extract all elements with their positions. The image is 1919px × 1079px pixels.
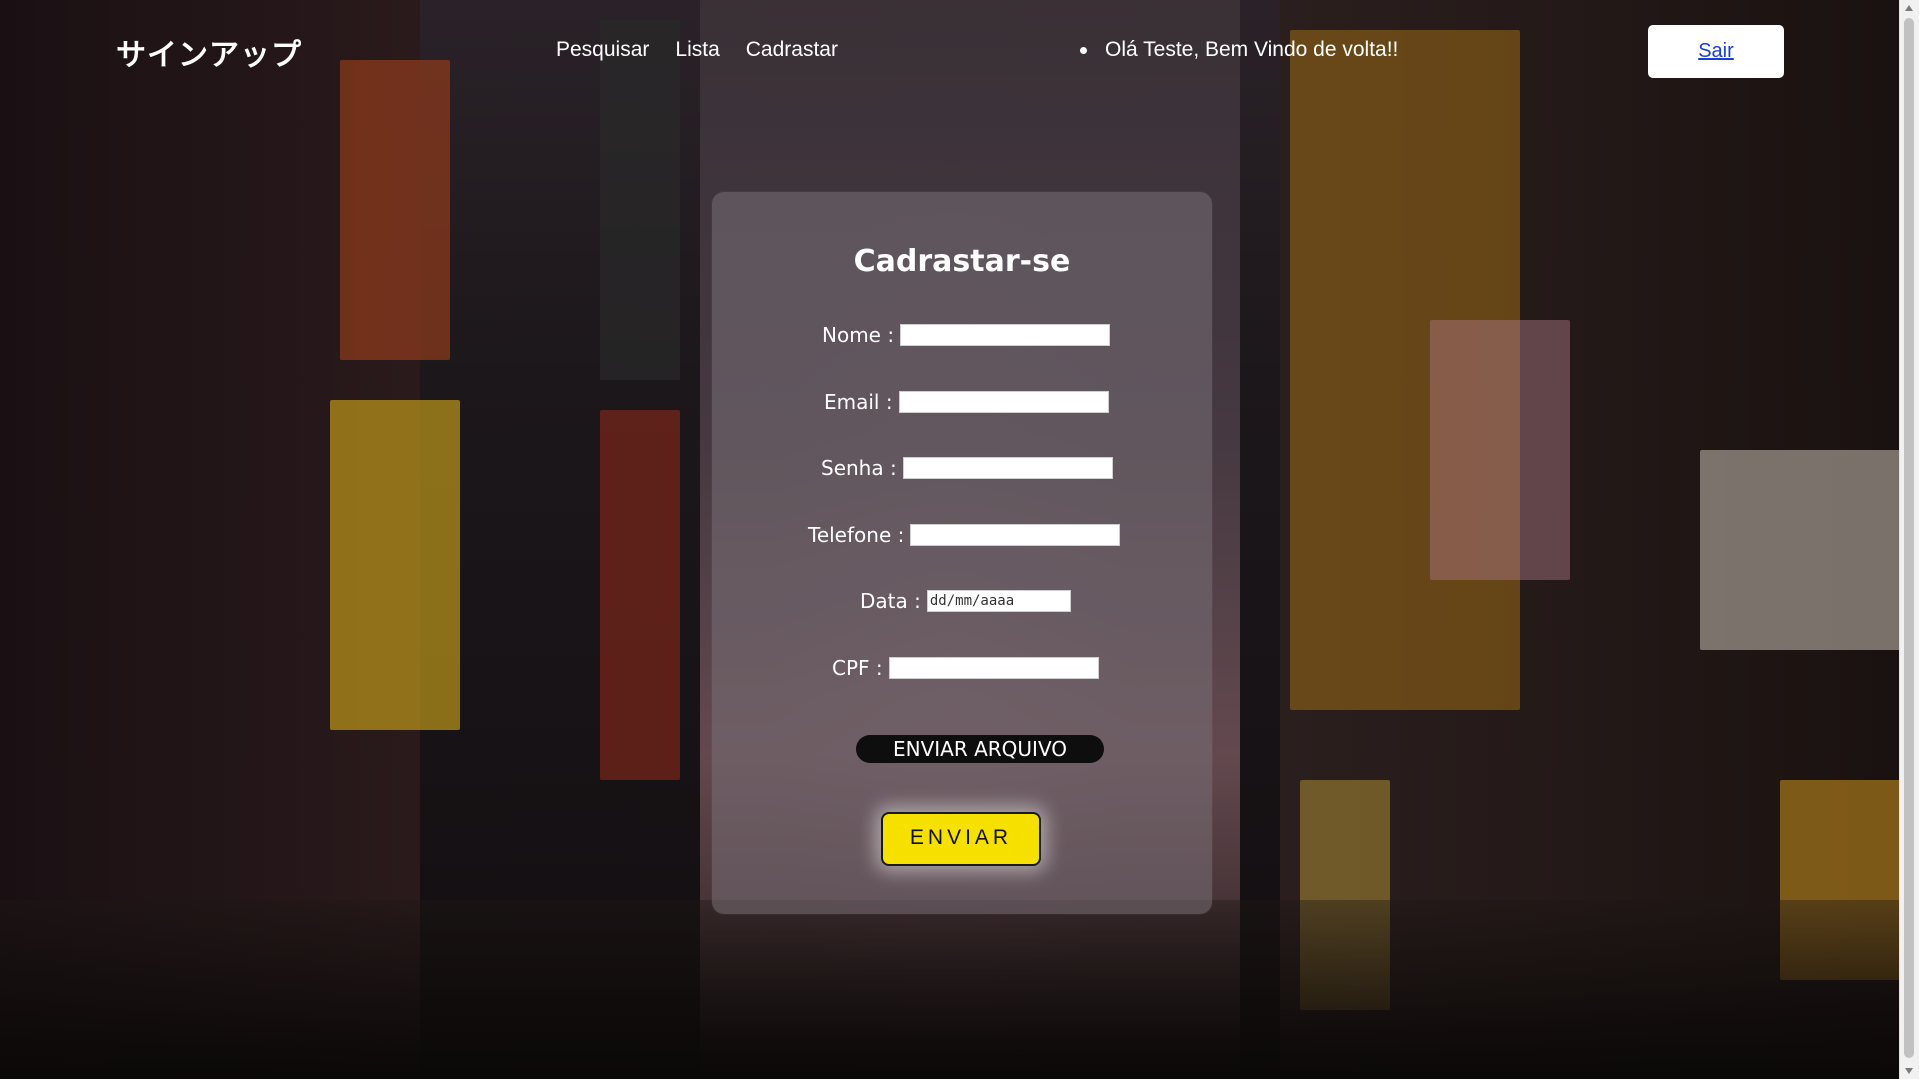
email-input[interactable]	[898, 391, 1109, 413]
field-row-cpf: CPF :	[832, 656, 1099, 680]
telefone-input[interactable]	[910, 524, 1121, 546]
field-row-data: Data :	[860, 589, 1071, 613]
submit-button[interactable]: ENVIAR	[881, 812, 1041, 866]
vertical-scrollbar[interactable]	[1899, 0, 1919, 1079]
nav-link-pesquisar[interactable]: Pesquisar	[556, 38, 649, 62]
senha-label: Senha :	[821, 456, 897, 480]
upload-file-button[interactable]: ENVIAR ARQUIVO	[856, 735, 1104, 763]
cpf-input[interactable]	[888, 657, 1099, 679]
scroll-down-icon[interactable]	[1905, 1068, 1913, 1074]
date-input[interactable]	[926, 590, 1071, 612]
scrollbar-thumb[interactable]	[1904, 18, 1914, 1058]
bullet-icon	[1080, 46, 1087, 54]
logout-button[interactable]: Sair	[1648, 25, 1784, 78]
nav-link-lista[interactable]: Lista	[675, 38, 719, 62]
logout-link[interactable]: Sair	[1698, 40, 1734, 63]
telefone-label: Telefone :	[808, 523, 905, 547]
site-logo[interactable]: サインアップ	[116, 30, 302, 74]
email-label: Email :	[824, 390, 893, 414]
field-row-senha: Senha :	[821, 456, 1113, 480]
main-nav: Pesquisar Lista Cadrastar	[556, 38, 838, 62]
data-label: Data :	[860, 589, 921, 613]
signup-form-card: Cadrastar-se Nome : Email : Senha : Tele…	[712, 192, 1212, 914]
field-row-email: Email :	[824, 390, 1109, 414]
cpf-label: CPF :	[832, 656, 883, 680]
senha-input[interactable]	[902, 457, 1113, 479]
welcome-text: Olá Teste, Bem Vindo de volta!!	[1105, 38, 1399, 61]
field-row-telefone: Telefone :	[808, 523, 1121, 547]
field-row-nome: Nome :	[822, 323, 1111, 347]
nome-input[interactable]	[900, 324, 1111, 346]
scroll-up-icon[interactable]	[1905, 5, 1913, 11]
form-title: Cadrastar-se	[853, 244, 1071, 279]
nome-label: Nome :	[822, 323, 895, 347]
welcome-message: Olá Teste, Bem Vindo de volta!!	[1080, 38, 1398, 62]
nav-link-cadrastar[interactable]: Cadrastar	[746, 38, 838, 62]
